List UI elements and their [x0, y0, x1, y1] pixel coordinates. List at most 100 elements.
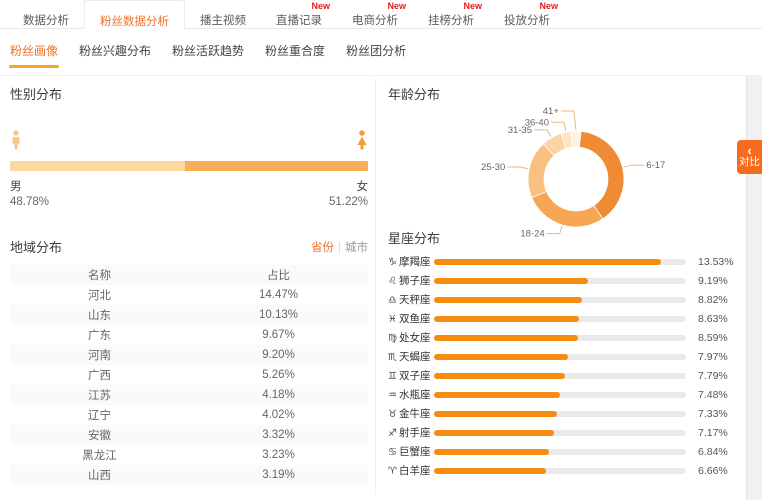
zodiac-bar-track	[434, 316, 686, 322]
age-donut-segment	[532, 191, 603, 227]
zodiac-bar	[434, 430, 554, 436]
zodiac-row: ♊双子座7.79%	[388, 366, 740, 385]
region-name: 河南	[10, 345, 189, 365]
zodiac-bar	[434, 373, 565, 379]
pisces-icon: ♓	[388, 314, 397, 325]
gender-bar-female	[185, 161, 368, 171]
zodiac-bar-track	[434, 468, 686, 474]
zodiac-bar-track	[434, 392, 686, 398]
gender-section: 性别分布 男 48.78%	[10, 84, 368, 210]
region-col-ratio: 占比	[189, 265, 368, 285]
zodiac-bar	[434, 392, 560, 398]
cancer-icon: ♋	[388, 447, 397, 458]
age-donut-segment	[571, 131, 581, 147]
age-label-line	[551, 122, 566, 131]
region-row: 辽宁4.02%	[10, 405, 368, 425]
zodiac-value: 6.66%	[698, 465, 740, 477]
age-donut-segment	[543, 133, 566, 155]
libra-icon: ♎	[388, 295, 397, 306]
zodiac-name: 金牛座	[399, 408, 431, 420]
zodiac-row: ♒水瓶座 7.48%	[388, 385, 740, 404]
compare-button-label: 对比	[739, 156, 760, 169]
zodiac-bar-track	[434, 354, 686, 360]
region-ratio: 10.13%	[189, 305, 368, 325]
subtab-fan-overlap[interactable]: 粉丝重合度	[263, 42, 327, 75]
tab-ad-analysis[interactable]: New投放分析	[489, 0, 565, 28]
region-row: 安徽3.32%	[10, 425, 368, 445]
tab-label: 数据分析	[23, 15, 69, 27]
zodiac-bar	[434, 335, 578, 341]
region-ratio: 4.02%	[189, 405, 368, 425]
left-column: 性别分布 男 48.78%	[10, 84, 368, 485]
zodiac-row: ♋巨蟹座6.84%	[388, 442, 740, 461]
zodiac-row: ♈白羊座6.66%	[388, 461, 740, 480]
taurus-icon: ♉	[388, 409, 397, 420]
region-section-title: 地域分布	[10, 237, 62, 256]
zodiac-bar	[434, 449, 549, 455]
zodiac-value: 7.17%	[698, 427, 740, 439]
subtab-fan-club[interactable]: 粉丝团分析	[344, 42, 408, 75]
zodiac-section: 星座分布 ♑摩羯座13.53% ♌狮子座9.19% ♎天秤座8.82% ♓双鱼座…	[388, 228, 740, 480]
new-badge: New	[463, 1, 482, 11]
zodiac-row: ♎天秤座8.82%	[388, 290, 740, 309]
zodiac-row: ♑摩羯座13.53%	[388, 252, 740, 271]
zodiac-bar	[434, 278, 588, 284]
region-name: 黑龙江	[10, 445, 189, 465]
zodiac-name: 狮子座	[399, 275, 431, 287]
tab-ranking-analysis[interactable]: New挂榜分析	[413, 0, 489, 28]
female-icon	[356, 130, 368, 150]
aries-icon: ♈	[388, 466, 397, 477]
zodiac-bar-track	[434, 335, 686, 341]
zodiac-row: ♓双鱼座8.63%	[388, 309, 740, 328]
zodiac-row: ♍处女座8.59%	[388, 328, 740, 347]
tab-data-analysis[interactable]: 数据分析	[8, 0, 84, 28]
region-row: 黑龙江3.23%	[10, 445, 368, 465]
zodiac-bar-track	[434, 259, 686, 265]
tab-live-records[interactable]: New直播记录	[261, 0, 337, 28]
tab-host-videos[interactable]: 播主视频	[185, 0, 261, 28]
age-label-line	[561, 111, 576, 130]
subtab-fan-interest[interactable]: 粉丝兴趣分布	[77, 42, 153, 75]
tab-label: 直播记录	[276, 15, 322, 27]
toggle-city[interactable]: 城市	[345, 242, 368, 254]
region-row: 山西3.19%	[10, 465, 368, 485]
toggle-province[interactable]: 省份	[311, 242, 334, 254]
zodiac-value: 9.19%	[698, 275, 740, 287]
zodiac-value: 7.48%	[698, 389, 740, 401]
compare-button[interactable]: ‹ 对比	[737, 140, 762, 174]
region-name: 广东	[10, 325, 189, 345]
age-donut-segment	[561, 131, 572, 148]
zodiac-bar-track	[434, 278, 686, 284]
zodiac-bar-track	[434, 297, 686, 303]
scorpio-icon: ♏	[388, 352, 397, 363]
leo-icon: ♌	[388, 276, 397, 287]
age-segment-label: 31-35	[508, 125, 532, 136]
gemini-icon: ♊	[388, 371, 397, 382]
region-ratio: 3.19%	[189, 465, 368, 485]
tab-fan-data-analysis[interactable]: 粉丝数据分析	[84, 0, 185, 29]
zodiac-row: ♐射手座7.17%	[388, 423, 740, 442]
zodiac-value: 7.79%	[698, 370, 740, 382]
region-row: 河南9.20%	[10, 345, 368, 365]
zodiac-bar	[434, 468, 546, 474]
zodiac-bar	[434, 411, 557, 417]
aquarius-icon: ♒	[388, 390, 397, 401]
zodiac-name: 摩羯座	[399, 256, 431, 268]
region-toggle: 省份|城市	[311, 239, 368, 255]
zodiac-name: 天秤座	[399, 294, 431, 306]
subtab-fan-activity[interactable]: 粉丝活跃趋势	[170, 42, 246, 75]
subtab-fan-portrait[interactable]: 粉丝画像	[8, 42, 60, 75]
zodiac-row: ♌狮子座 9.19%	[388, 271, 740, 290]
male-stat: 男 48.78%	[10, 180, 49, 210]
tab-ecommerce-analysis[interactable]: New电商分析	[337, 0, 413, 28]
age-donut-segment	[528, 144, 554, 198]
age-label-line	[534, 130, 551, 137]
zodiac-name: 水瓶座	[399, 389, 431, 401]
age-label-line	[624, 165, 645, 167]
zodiac-name: 巨蟹座	[399, 446, 431, 458]
region-name: 山西	[10, 465, 189, 485]
region-name: 河北	[10, 285, 189, 305]
female-value: 51.22%	[329, 195, 368, 210]
zodiac-row: ♏天蝎座7.97%	[388, 347, 740, 366]
sagittarius-icon: ♐	[388, 428, 397, 439]
